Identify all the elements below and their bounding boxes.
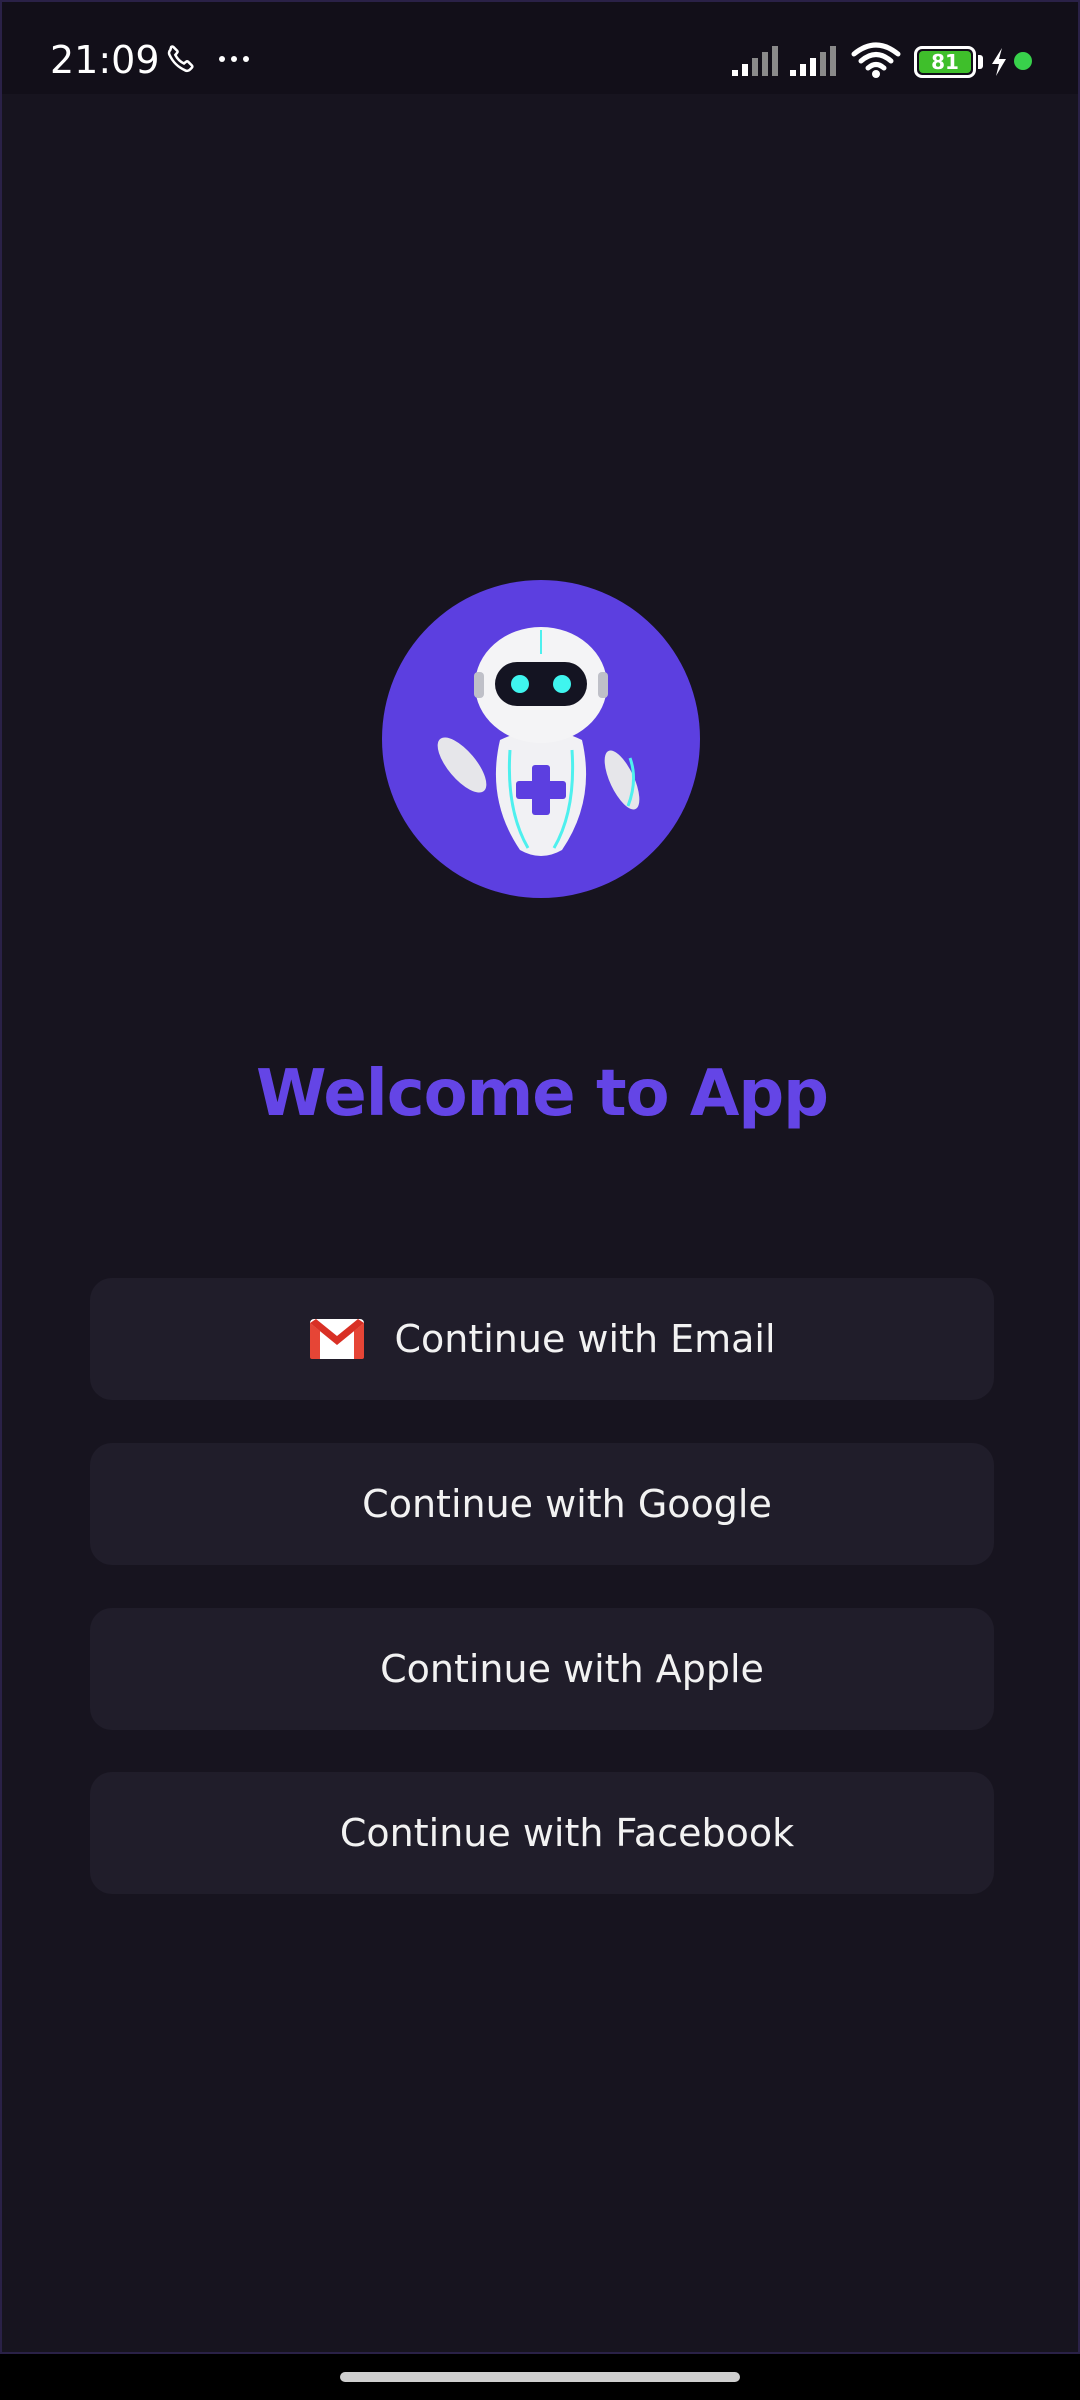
wifi-icon <box>851 42 901 78</box>
battery-tip <box>978 55 983 69</box>
status-bar: 21:09 81 <box>2 2 1078 94</box>
apple-button-label: Continue with Apple <box>380 1647 764 1691</box>
notification-dot <box>1014 52 1032 70</box>
continue-with-google-button[interactable]: Continue with Google <box>90 1443 994 1565</box>
robot-logo-icon <box>382 580 700 898</box>
app-screen: 21:09 81 Welcome to App Continue with Em… <box>0 0 1080 2354</box>
home-indicator[interactable] <box>340 2372 740 2382</box>
email-button-label: Continue with Email <box>394 1317 776 1361</box>
battery-icon: 81 <box>914 46 976 78</box>
continue-with-apple-button[interactable]: Continue with Apple <box>90 1608 994 1730</box>
battery-level: 81 <box>919 51 971 73</box>
more-icon <box>219 56 249 62</box>
phone-icon <box>167 45 194 73</box>
continue-with-facebook-button[interactable]: Continue with Facebook <box>90 1772 994 1894</box>
status-time: 21:09 <box>50 38 160 82</box>
google-button-label: Continue with Google <box>362 1482 772 1526</box>
charging-bolt-icon <box>992 48 1006 76</box>
signal-icon <box>732 46 778 76</box>
gmail-icon <box>310 1319 365 1359</box>
continue-with-email-button[interactable]: Continue with Email <box>90 1278 994 1400</box>
welcome-title: Welcome to App <box>256 1057 829 1131</box>
signal-icon <box>790 46 836 76</box>
facebook-button-label: Continue with Facebook <box>339 1811 795 1855</box>
